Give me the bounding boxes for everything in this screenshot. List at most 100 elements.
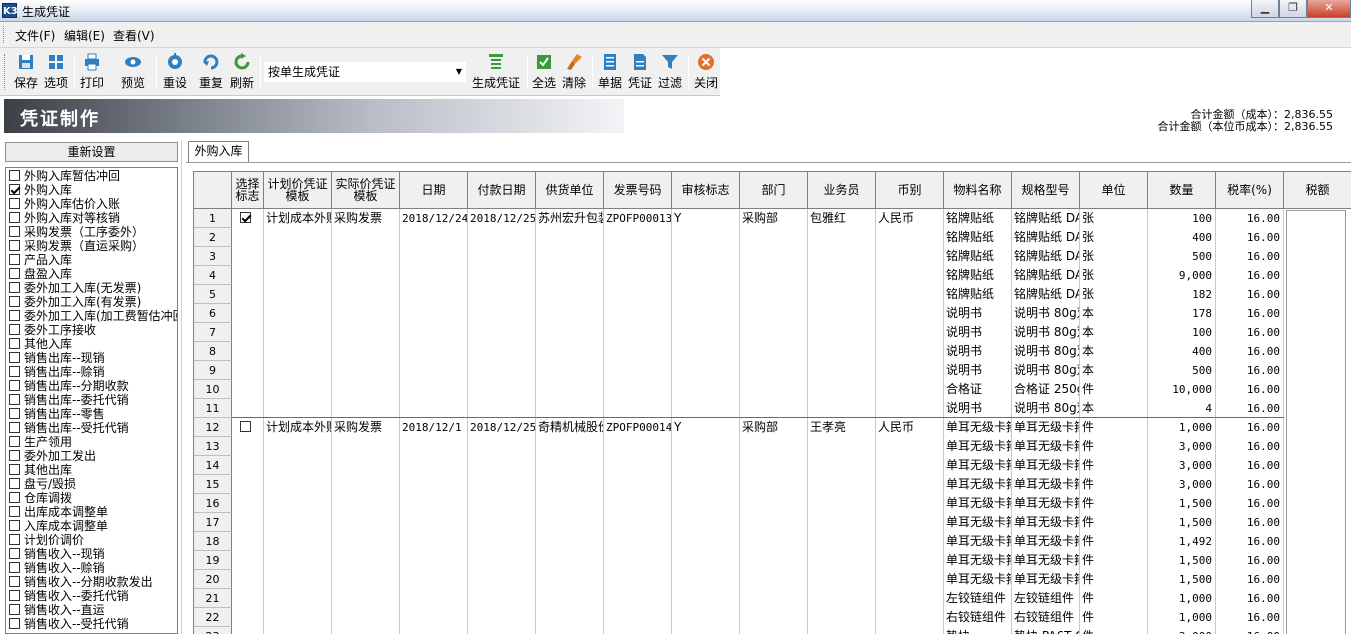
checkbox[interactable] <box>9 184 20 195</box>
column-header[interactable]: 币别 <box>876 172 944 209</box>
cell-spec[interactable]: 合格证 250g <box>1012 380 1079 399</box>
cell-unit[interactable]: 本 <box>1080 361 1147 380</box>
cell-tax-rate[interactable]: 16.00 <box>1216 247 1283 266</box>
cell-spec[interactable]: 铭牌贴纸 DA <box>1012 285 1079 304</box>
row-number[interactable]: 2 <box>194 228 232 247</box>
cell-tax-rate[interactable]: 16.00 <box>1216 475 1283 494</box>
list-item[interactable]: 外购入库 <box>9 183 72 197</box>
checkbox[interactable] <box>9 590 20 601</box>
cell-clerk[interactable]: 王孝亮 <box>808 418 875 437</box>
row-number[interactable]: 4 <box>194 266 232 285</box>
close-button[interactable]: 关闭 <box>692 51 720 93</box>
list-item[interactable]: 其他入库 <box>9 337 72 351</box>
row-number[interactable]: 23 <box>194 627 232 634</box>
checkbox[interactable] <box>9 408 20 419</box>
cell-quantity[interactable]: 178 <box>1148 304 1215 323</box>
cell-unit[interactable]: 件 <box>1080 627 1147 634</box>
cell-material[interactable]: 说明书 <box>944 323 1011 342</box>
checkbox[interactable] <box>9 576 20 587</box>
cell-tax-rate[interactable]: 16.00 <box>1216 418 1283 437</box>
list-item[interactable]: 销售出库--现销 <box>9 351 105 365</box>
list-item[interactable]: 销售出库--受托代销 <box>9 421 129 435</box>
cell-material[interactable]: 单耳无级卡箍 <box>944 513 1011 532</box>
column-header[interactable]: 计划价凭证 模板 <box>264 172 332 209</box>
list-item[interactable]: 委外加工入库(无发票) <box>9 281 141 295</box>
cell-tax-rate[interactable]: 16.00 <box>1216 513 1283 532</box>
checkbox[interactable] <box>9 464 20 475</box>
cell-material[interactable]: 单耳无级卡箍 <box>944 437 1011 456</box>
checkbox[interactable] <box>9 366 20 377</box>
cell-material[interactable]: 单耳无级卡箍 <box>944 570 1011 589</box>
list-item[interactable]: 销售收入--现销 <box>9 547 105 561</box>
cell-spec[interactable]: 垫块 PA6T-GF <box>1012 627 1079 634</box>
menu-view[interactable]: 查看(V) <box>113 27 155 44</box>
column-header[interactable]: 数量 <box>1148 172 1216 209</box>
cell-audit[interactable]: Y <box>672 209 739 228</box>
row-number[interactable]: 9 <box>194 361 232 380</box>
list-item[interactable]: 委外加工入库(有发票) <box>9 295 141 309</box>
row-number[interactable]: 17 <box>194 513 232 532</box>
cell-material[interactable]: 单耳无级卡箍 <box>944 456 1011 475</box>
checkbox[interactable] <box>9 562 20 573</box>
checkbox[interactable] <box>9 604 20 615</box>
reset-button[interactable]: 重设 <box>161 51 189 93</box>
list-item[interactable]: 仓库调拨 <box>9 491 72 505</box>
checkbox[interactable] <box>9 450 20 461</box>
row-number[interactable]: 6 <box>194 304 232 323</box>
refresh-button[interactable]: 刷新 <box>228 51 256 93</box>
cell-material[interactable]: 铭牌贴纸 <box>944 266 1011 285</box>
cell-spec[interactable]: 铭牌贴纸 DA <box>1012 266 1079 285</box>
cell-quantity[interactable]: 182 <box>1148 285 1215 304</box>
cell-unit[interactable]: 张 <box>1080 247 1147 266</box>
cell-material[interactable]: 铭牌贴纸 <box>944 209 1011 228</box>
column-header[interactable]: 税率(%) <box>1216 172 1284 209</box>
cell-tax-rate[interactable]: 16.00 <box>1216 532 1283 551</box>
toolbar-grip[interactable] <box>4 54 7 90</box>
list-item[interactable]: 销售出库--零售 <box>9 407 105 421</box>
cell-unit[interactable]: 本 <box>1080 323 1147 342</box>
generate-voucher-button[interactable]: 生成凭证 <box>470 51 522 93</box>
minimize-button[interactable]: ▁ <box>1251 0 1279 18</box>
column-header[interactable]: 发票号码 <box>604 172 672 209</box>
cell-pay-date[interactable]: 2018/12/25 <box>468 209 535 228</box>
cell-spec[interactable]: 铭牌贴纸 DA <box>1012 209 1079 228</box>
select-flag[interactable] <box>238 418 258 437</box>
cell-material[interactable]: 说明书 <box>944 342 1011 361</box>
checkbox[interactable] <box>9 520 20 531</box>
cell-spec[interactable]: 铭牌贴纸 DA <box>1012 228 1079 247</box>
row-number[interactable]: 19 <box>194 551 232 570</box>
row-number[interactable]: 18 <box>194 532 232 551</box>
cell-spec[interactable]: 单耳无级卡箍 <box>1012 494 1079 513</box>
cell-quantity[interactable]: 9,000 <box>1148 266 1215 285</box>
cell-quantity[interactable]: 1,000 <box>1148 418 1215 437</box>
checkbox[interactable] <box>9 352 20 363</box>
cell-material[interactable]: 说明书 <box>944 361 1011 380</box>
list-item[interactable]: 销售出库--分期收款 <box>9 379 129 393</box>
cell-quantity[interactable]: 400 <box>1148 228 1215 247</box>
checkbox[interactable] <box>9 506 20 517</box>
checkbox[interactable] <box>9 282 20 293</box>
save-button[interactable]: 保存 <box>12 51 40 93</box>
column-header[interactable]: 单位 <box>1080 172 1148 209</box>
cell-quantity[interactable]: 1,000 <box>1148 608 1215 627</box>
filter-button[interactable]: 过滤 <box>656 51 684 93</box>
cell-tax-rate[interactable]: 16.00 <box>1216 589 1283 608</box>
cell-spec[interactable]: 单耳无级卡箍 <box>1012 437 1079 456</box>
cell-material[interactable]: 铭牌贴纸 <box>944 285 1011 304</box>
list-item[interactable]: 外购入库暂估冲回 <box>9 169 120 183</box>
cell-unit[interactable]: 本 <box>1080 342 1147 361</box>
cell-material[interactable]: 说明书 <box>944 399 1011 418</box>
row-number[interactable]: 14 <box>194 456 232 475</box>
list-item[interactable]: 采购发票（直运采购） <box>9 239 144 253</box>
select-flag[interactable] <box>238 209 258 228</box>
list-item[interactable]: 计划价调价 <box>9 533 84 547</box>
list-item[interactable]: 委外加工入库(加工费暂估冲回 <box>9 309 177 323</box>
cell-date[interactable]: 2018/12/1 <box>400 418 467 437</box>
checkbox[interactable] <box>9 324 20 335</box>
list-item[interactable]: 委外工序接收 <box>9 323 96 337</box>
checkbox[interactable] <box>9 618 20 629</box>
cell-unit[interactable]: 件 <box>1080 456 1147 475</box>
row-number[interactable]: 15 <box>194 475 232 494</box>
row-number[interactable]: 5 <box>194 285 232 304</box>
cell-unit[interactable]: 件 <box>1080 608 1147 627</box>
